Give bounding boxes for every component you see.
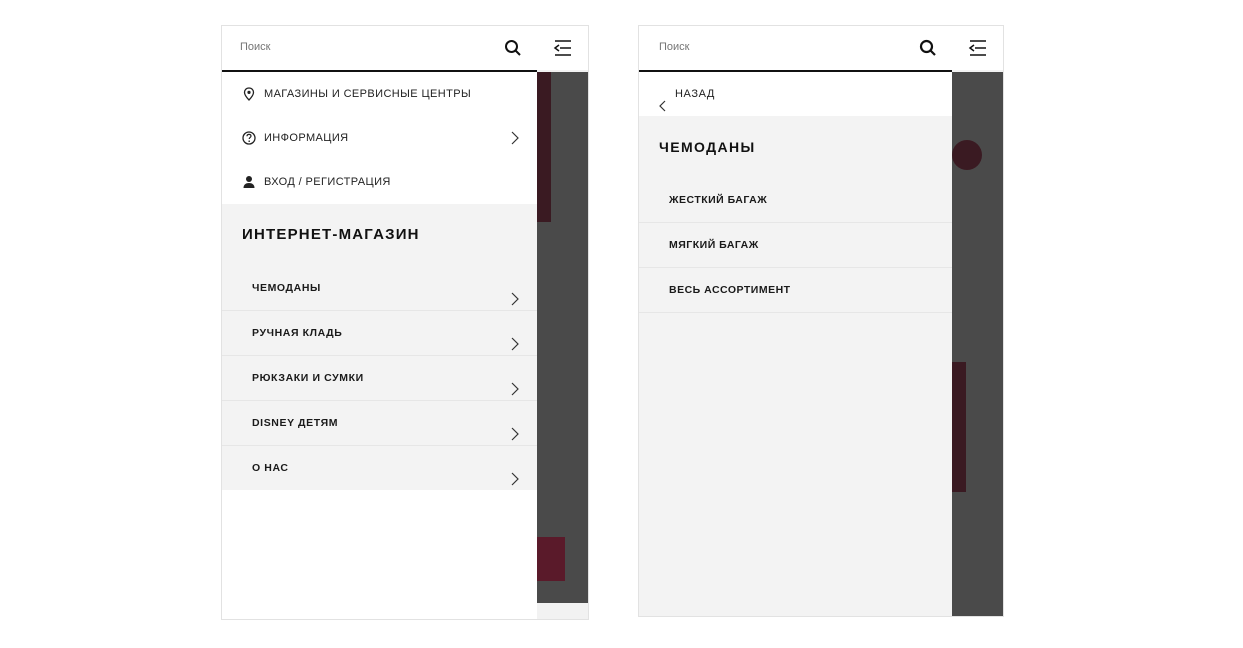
menu-item-label: ИНФОРМАЦИЯ (264, 132, 349, 144)
subcategory-hard-luggage[interactable]: ЖЕСТКИЙ БАГАЖ (639, 178, 952, 223)
page-overlay[interactable] (537, 72, 588, 603)
menu-item-stores[interactable]: МАГАЗИНЫ И СЕРВИСНЫЕ ЦЕНТРЫ (222, 72, 537, 116)
category-backpacks[interactable]: РЮКЗАКИ И СУМКИ (222, 356, 537, 401)
chevron-left-icon (659, 87, 667, 112)
chevron-right-icon (511, 371, 519, 396)
chevron-right-icon (511, 461, 519, 486)
product-image (537, 72, 551, 222)
chevron-right-icon (511, 131, 519, 145)
category-label: DISNEY ДЕТЯМ (252, 417, 339, 429)
shop-section: ИНТЕРНЕТ-МАГАЗИН ЧЕМОДАНЫ РУЧНАЯ КЛАДЬ Р… (222, 204, 537, 490)
header (222, 26, 588, 72)
menu-item-login[interactable]: ВХОД / РЕГИСТРАЦИЯ (222, 160, 537, 204)
category-carry-on[interactable]: РУЧНАЯ КЛАДЬ (222, 311, 537, 356)
navigation-drawer: МАГАЗИНЫ И СЕРВИСНЫЕ ЦЕНТРЫ ИНФОРМАЦИЯ В… (222, 72, 537, 619)
chevron-right-icon (511, 326, 519, 351)
user-icon (242, 175, 256, 189)
category-label: О НАС (252, 462, 289, 474)
search-input[interactable] (659, 41, 899, 53)
product-image (952, 140, 982, 170)
search-icon[interactable] (503, 38, 523, 58)
left-screen: МАГАЗИНЫ И СЕРВИСНЫЕ ЦЕНТРЫ ИНФОРМАЦИЯ В… (221, 25, 589, 620)
subcategory-all-products[interactable]: ВЕСЬ АССОРТИМЕНТ (639, 268, 952, 313)
close-menu-icon[interactable] (551, 38, 573, 58)
category-label: РЮКЗАКИ И СУМКИ (252, 372, 364, 384)
page-overlay[interactable] (952, 72, 1003, 616)
question-circle-icon (242, 131, 256, 145)
subcategory-soft-luggage[interactable]: МЯГКИЙ БАГАЖ (639, 223, 952, 268)
menu-item-information[interactable]: ИНФОРМАЦИЯ (222, 116, 537, 160)
category-label: ЧЕМОДАНЫ (252, 282, 321, 294)
right-screen: НАЗАД ЧЕМОДАНЫ ЖЕСТКИЙ БАГАЖ МЯГКИЙ БАГА… (638, 25, 1004, 617)
submenu-drawer: НАЗАД ЧЕМОДАНЫ ЖЕСТКИЙ БАГАЖ МЯГКИЙ БАГА… (639, 72, 952, 616)
menu-item-label: МАГАЗИНЫ И СЕРВИСНЫЕ ЦЕНТРЫ (264, 88, 472, 100)
chevron-right-icon (511, 281, 519, 306)
close-menu-icon[interactable] (966, 38, 988, 58)
chevron-right-icon (511, 416, 519, 441)
search-input[interactable] (240, 41, 480, 53)
menu-item-label: ВХОД / РЕГИСТРАЦИЯ (264, 176, 391, 188)
category-disney-kids[interactable]: DISNEY ДЕТЯМ (222, 401, 537, 446)
location-pin-icon (242, 87, 256, 101)
category-suitcases[interactable]: ЧЕМОДАНЫ (222, 266, 537, 311)
category-label: РУЧНАЯ КЛАДЬ (252, 327, 343, 339)
section-title: ЧЕМОДАНЫ (639, 116, 952, 178)
header (639, 26, 1003, 72)
section-title: ИНТЕРНЕТ-МАГАЗИН (242, 226, 420, 243)
add-to-cart-button[interactable] (537, 537, 565, 581)
search-bar (222, 26, 537, 72)
back-button[interactable]: НАЗАД (639, 72, 952, 116)
category-about[interactable]: О НАС (222, 446, 537, 490)
product-image (952, 362, 966, 492)
search-icon[interactable] (918, 38, 938, 58)
search-bar (639, 26, 952, 72)
back-label: НАЗАД (675, 88, 715, 100)
